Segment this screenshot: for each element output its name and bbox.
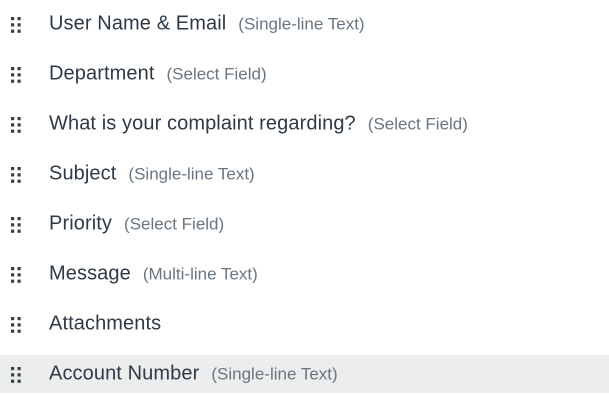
drag-handle-icon[interactable]: [10, 116, 22, 134]
field-label-group: Priority (Select Field): [49, 213, 224, 236]
field-type: (Single-line Text): [128, 164, 255, 184]
field-row-priority[interactable]: Priority (Select Field): [0, 205, 609, 243]
field-label: What is your complaint regarding?: [49, 112, 356, 135]
field-label-group: Department (Select Field): [49, 63, 267, 86]
field-label: Department: [49, 62, 155, 85]
field-type: (Select Field): [166, 64, 267, 84]
field-label: Subject: [49, 162, 117, 185]
field-row-user-name-email[interactable]: User Name & Email (Single-line Text): [0, 5, 609, 43]
field-label-group: Account Number (Single-line Text): [49, 363, 338, 386]
field-label-group: User Name & Email (Single-line Text): [49, 13, 365, 36]
field-row-department[interactable]: Department (Select Field): [0, 55, 609, 93]
field-label-group: What is your complaint regarding? (Selec…: [49, 113, 468, 136]
drag-handle-icon[interactable]: [10, 316, 22, 334]
field-type: (Single-line Text): [211, 364, 338, 384]
field-label-group: Subject (Single-line Text): [49, 163, 255, 186]
drag-handle-icon[interactable]: [10, 216, 22, 234]
field-type: (Select Field): [367, 114, 468, 134]
form-field-list: User Name & Email (Single-line Text) Dep…: [0, 0, 609, 394]
drag-handle-icon[interactable]: [10, 66, 22, 84]
field-row-account-number[interactable]: Account Number (Single-line Text): [0, 355, 609, 393]
drag-handle-icon[interactable]: [10, 266, 22, 284]
field-label: Account Number: [49, 362, 200, 385]
field-row-complaint-regarding[interactable]: What is your complaint regarding? (Selec…: [0, 105, 609, 143]
field-label: Attachments: [49, 312, 162, 335]
field-label: Priority: [49, 212, 113, 235]
field-row-message[interactable]: Message (Multi-line Text): [0, 255, 609, 293]
field-label: Message: [49, 262, 131, 285]
field-row-subject[interactable]: Subject (Single-line Text): [0, 155, 609, 193]
field-label-group: Attachments: [49, 313, 173, 336]
field-type: (Single-line Text): [238, 14, 365, 34]
field-label-group: Message (Multi-line Text): [49, 263, 258, 286]
field-row-attachments[interactable]: Attachments: [0, 305, 609, 343]
field-label: User Name & Email: [49, 12, 227, 35]
field-type: (Select Field): [124, 214, 225, 234]
drag-handle-icon[interactable]: [10, 16, 22, 34]
field-type: (Multi-line Text): [142, 264, 258, 284]
drag-handle-icon[interactable]: [10, 366, 22, 384]
drag-handle-icon[interactable]: [10, 166, 22, 184]
